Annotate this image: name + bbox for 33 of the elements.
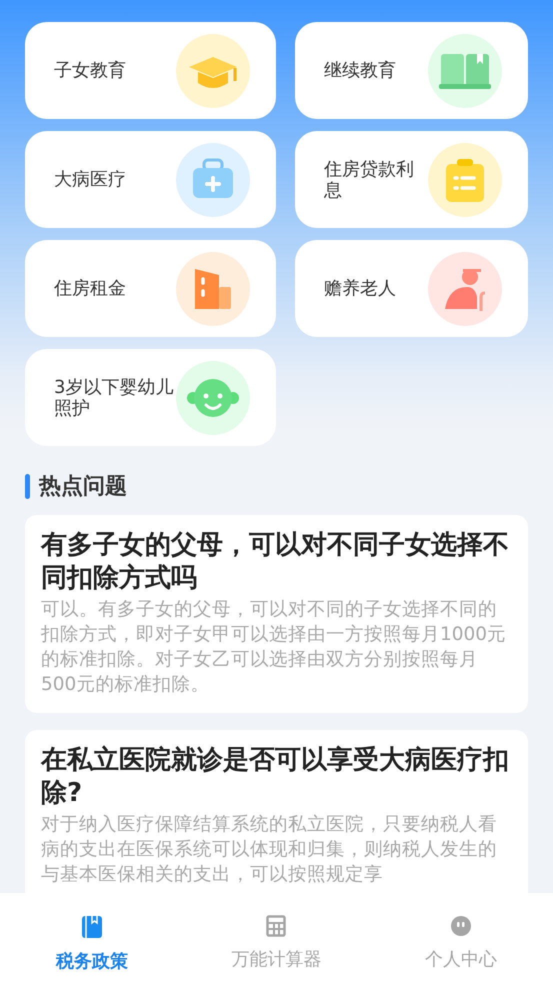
category-card[interactable]: 赡养老人 [295,240,528,337]
category-label: 3岁以下婴幼儿照护 [54,376,174,418]
category-label: 住房租金 [54,278,127,299]
section-title: 热点问题 [39,473,127,501]
building-icon [176,252,250,326]
question-title: 有多子女的父母，可以对不同子女选择不同扣除方式吗 [41,529,510,595]
category-card[interactable]: 住房租金 [25,240,276,337]
question-card[interactable]: 在私立医院就诊是否可以享受大病医疗扣除? 对于纳入医疗保障结算系统的私立医院，只要纳税人看病的支出在医保系统可以体现和归集，则纳税人发生的与基本医保相关的支出，可以按照规定享 [25,730,528,893]
answer-text: 对于纳入医疗保障结算系统的私立医院，只要纳税人看病的支出在医保系统可以体现和归集，则纳税人发生的与基本医保相关的支出，可以按照规定享 [41,813,498,887]
calculator-icon [266,915,286,937]
book-icon [81,915,104,939]
category-card[interactable]: 子女教育 [25,22,276,119]
nav-tab[interactable]: 税务政策 [0,893,184,983]
elderly-person-icon [428,252,502,326]
category-card[interactable]: 3岁以下婴幼儿照护 [25,349,276,446]
category-label: 住房贷款利息 [324,158,415,200]
question-card[interactable]: 有多子女的父母，可以对不同子女选择不同扣除方式吗 可以。有多子女的父母，可以对不同的子女选择不同的扣除方式，即对子女甲可以选择由一方按照每月1000元的标准扣除。对子女乙可以选择由双方分别按照每月500元的标准扣除。 [25,515,528,713]
category-label: 继续教育 [324,60,397,81]
category-card[interactable]: 住房贷款利息 [295,131,528,228]
medical-kit-icon [176,142,250,216]
face-icon [450,915,472,937]
category-card[interactable]: 继续教育 [295,22,528,119]
graduation-cap-icon [176,34,250,108]
clipboard-icon [428,142,502,216]
question-title: 在私立医院就诊是否可以享受大病医疗扣除? [41,744,510,810]
category-label: 赡养老人 [324,278,397,299]
section-marker [25,474,30,498]
answer-text: 可以。有多子女的父母，可以对不同的子女选择不同的扣除方式，即对子女甲可以选择由一方按照每月1000元的标准扣除。对子女乙可以选择由双方分别按照每月500元的标准扣除。 [41,598,508,697]
category-label: 大病医疗 [54,169,127,190]
smiling-face-icon [176,360,250,434]
category-label: 子女教育 [54,60,127,81]
book-icon [428,34,502,108]
category-card[interactable]: 大病医疗 [25,131,276,228]
